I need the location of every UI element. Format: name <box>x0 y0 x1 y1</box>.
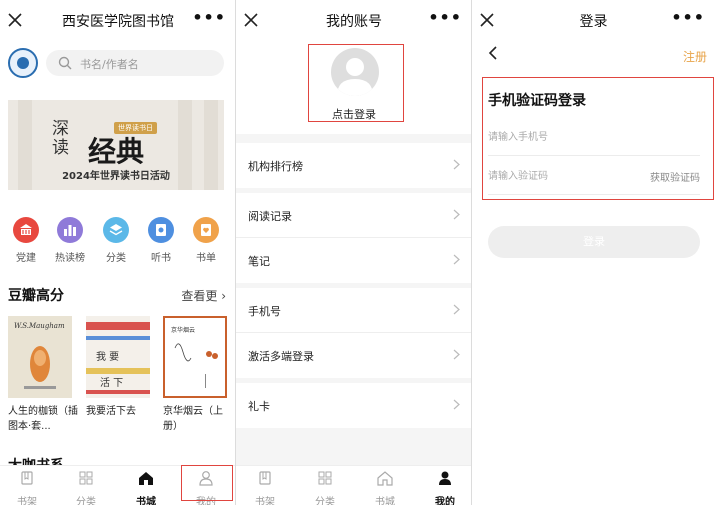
highlight-box <box>181 465 233 501</box>
form-title: 手机验证码登录 <box>488 93 586 109</box>
search-input[interactable]: 书名/作者名 <box>46 50 224 76</box>
grid-icon <box>318 471 332 485</box>
layers-icon <box>103 217 129 243</box>
tab-categories[interactable]: 分类 <box>300 470 350 505</box>
book-cover[interactable]: 我 要 活 下 <box>86 316 150 398</box>
user-icon <box>439 471 451 485</box>
chevron-right-icon <box>453 399 460 410</box>
tab-bookstore[interactable]: 书城 <box>360 470 410 505</box>
chevron-right-icon <box>453 304 460 315</box>
tab-bookshelf[interactable]: 书架 <box>2 470 52 505</box>
svg-text:活 下: 活 下 <box>100 377 123 389</box>
menu-item-ranking[interactable]: 机构排行榜 <box>236 143 472 188</box>
banner-classic-text: 经典 <box>88 135 145 168</box>
book-cover[interactable]: 京华烟云 <box>163 316 227 398</box>
menu-item-notes[interactable]: 笔记 <box>236 238 472 283</box>
more-menu-button[interactable]: ••• <box>428 8 462 27</box>
category-classify[interactable]: 分类 <box>96 217 136 264</box>
home-icon <box>139 472 153 485</box>
menu-group: 机构排行榜 <box>236 143 472 188</box>
book-title[interactable]: 人生的枷锁（插图本·套... <box>8 404 82 434</box>
banner-deep-text: 深读 <box>52 119 69 158</box>
back-arrow-icon[interactable] <box>488 46 498 60</box>
library-home-panel: 西安医学院图书馆 ••• 书名/作者名 深读 世界读书日 经典 2024年世界读… <box>0 0 236 505</box>
menu-group: 礼卡 <box>236 383 472 428</box>
login-panel: 登录 ••• 注册 手机验证码登录 请输入手机号 请输入验证码 获取验证码 登录 <box>472 0 715 505</box>
code-placeholder: 请输入验证码 <box>488 171 548 182</box>
chevron-right-icon <box>453 209 460 220</box>
category-shortcuts: 党建 热读榜 分类 听书 书单 <box>0 217 236 267</box>
menu-group: 手机号 激活多端登录 <box>236 288 472 378</box>
home-icon <box>377 471 393 486</box>
svg-text:我 要: 我 要 <box>96 351 119 363</box>
building-icon <box>13 217 39 243</box>
book-cover[interactable]: W.S.Maugham <box>8 316 72 398</box>
top-bar: 登录 ••• <box>472 0 715 40</box>
login-area[interactable]: 点击登录 <box>236 40 472 134</box>
top-bar: 我的账号 ••• <box>236 0 472 40</box>
chevron-right-icon <box>453 349 460 360</box>
reading-day-banner[interactable]: 深读 世界读书日 经典 2024年世界读书日活动 <box>8 100 224 190</box>
tab-bookstore[interactable]: 书城 <box>121 470 171 505</box>
phone-placeholder: 请输入手机号 <box>488 132 548 143</box>
svg-text:W.S.Maugham: W.S.Maugham <box>14 322 65 330</box>
search-icon <box>58 56 72 70</box>
bookshelf-icon <box>259 471 271 485</box>
chart-icon <box>57 217 83 243</box>
get-code-button[interactable]: 获取验证码 <box>650 169 700 184</box>
menu-group: 阅读记录 笔记 <box>236 193 472 283</box>
library-logo <box>8 48 38 78</box>
menu-item-gift-card[interactable]: 礼卡 <box>236 383 472 428</box>
phone-field[interactable]: 请输入手机号 <box>488 118 700 156</box>
svg-text:京华烟云: 京华烟云 <box>171 326 195 334</box>
category-hot[interactable]: 热读榜 <box>50 217 90 264</box>
douban-section-title: 豆瓣高分 <box>8 288 64 304</box>
search-placeholder: 书名/作者名 <box>80 58 139 71</box>
menu-item-reading-history[interactable]: 阅读记录 <box>236 193 472 238</box>
headphone-icon <box>148 217 174 243</box>
bottom-tab-bar: 书架 分类 书城 我的 <box>236 465 472 505</box>
category-audiobook[interactable]: 听书 <box>141 217 181 264</box>
top-bar: 西安医学院图书馆 ••• <box>0 0 236 40</box>
bookshelf-icon <box>21 471 33 485</box>
chevron-right-icon <box>453 159 460 170</box>
register-link[interactable]: 注册 <box>683 48 707 65</box>
section2-title: 大咖书系 <box>8 455 64 465</box>
menu-item-phone[interactable]: 手机号 <box>236 288 472 333</box>
book-title[interactable]: 我要活下去 <box>86 404 160 419</box>
tab-mine[interactable]: 我的 <box>420 470 470 505</box>
tab-categories[interactable]: 分类 <box>61 470 111 505</box>
tab-bookshelf[interactable]: 书架 <box>240 470 290 505</box>
my-account-panel: 我的账号 ••• 点击登录 机构排行榜 阅读记录 笔记 手机号 激活多端登录 礼… <box>236 0 472 505</box>
category-party[interactable]: 党建 <box>6 217 46 264</box>
more-menu-button[interactable]: ••• <box>192 8 226 27</box>
book-title[interactable]: 京华烟云（上册） <box>163 404 236 434</box>
more-menu-button[interactable]: ••• <box>671 8 705 27</box>
banner-subtitle: 2024年世界读书日活动 <box>62 171 170 182</box>
see-more-link[interactable]: 查看更 › <box>181 287 226 304</box>
category-booklist[interactable]: 书单 <box>186 217 226 264</box>
chevron-right-icon <box>453 254 460 265</box>
heart-book-icon <box>193 217 219 243</box>
code-field[interactable]: 请输入验证码 获取验证码 <box>488 157 700 195</box>
login-button[interactable]: 登录 <box>488 226 700 258</box>
highlight-box <box>308 44 404 122</box>
menu-item-multi-device[interactable]: 激活多端登录 <box>236 333 472 378</box>
grid-icon <box>79 471 93 485</box>
